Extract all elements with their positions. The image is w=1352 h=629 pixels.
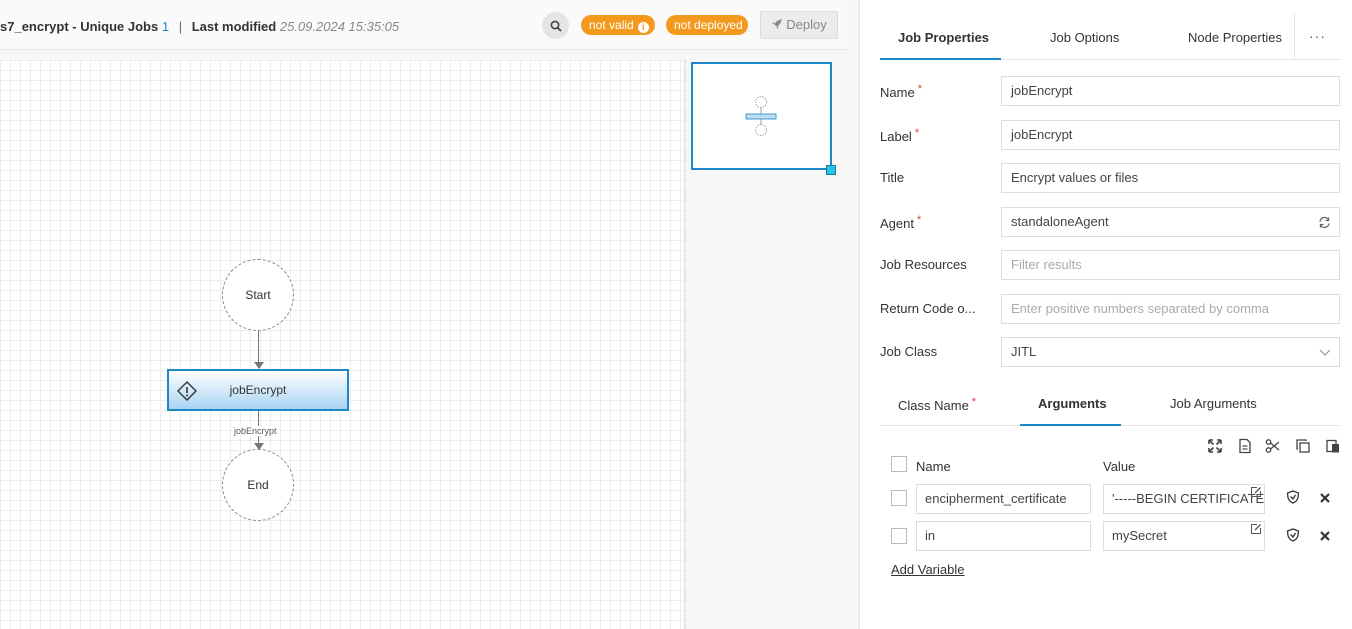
close-icon[interactable] (1318, 529, 1332, 543)
agent-input[interactable]: standaloneAgent (1001, 207, 1340, 237)
edit-icon[interactable] (1250, 523, 1262, 535)
workflow-canvas[interactable] (0, 60, 686, 629)
refresh-icon[interactable] (1318, 208, 1331, 236)
agent-row: Agent * standaloneAgent (880, 207, 1340, 237)
not-valid-badge[interactable]: not valid i (581, 15, 655, 35)
title-label: Title (880, 170, 905, 185)
edge-label: jobEncrypt (232, 426, 279, 436)
search-icon (550, 20, 562, 32)
select-all-checkbox[interactable] (891, 456, 907, 472)
subtab-arguments[interactable]: Arguments (1038, 396, 1107, 411)
required-mark: * (914, 127, 920, 139)
paste-icon[interactable] (1325, 438, 1341, 454)
start-node[interactable]: Start (222, 259, 294, 331)
rocket-icon (772, 19, 783, 29)
job-class-select[interactable]: JITL (1001, 337, 1340, 367)
title-row: Title Encrypt values or files (880, 163, 1340, 193)
label-label: Label * (880, 127, 919, 144)
value-column-header: Value (1103, 459, 1136, 474)
argument-value: '-----BEGIN CERTIFICATE- (1112, 491, 1265, 506)
argument-value-input[interactable]: '-----BEGIN CERTIFICATE- (1103, 484, 1265, 514)
more-tabs-button[interactable]: ··· (1294, 14, 1340, 60)
arrow-head (254, 362, 264, 369)
agent-label: Agent * (880, 214, 921, 231)
label-input[interactable]: jobEncrypt (1001, 120, 1340, 150)
return-code-label: Return Code o... (880, 301, 976, 316)
subtab-job-arguments[interactable]: Job Arguments (1170, 396, 1257, 411)
add-variable-link[interactable]: Add Variable (891, 562, 964, 577)
search-button[interactable] (542, 12, 569, 39)
subtab-class-name[interactable]: Class Name * (898, 396, 976, 413)
return-code-row: Return Code o... Enter positive numbers … (880, 294, 1340, 324)
job-resources-row: Job Resources Filter results (880, 250, 1340, 280)
minimap-preview (745, 96, 777, 136)
minimap-resize-handle[interactable] (826, 165, 836, 175)
required-mark: * (917, 83, 922, 95)
argument-value-input[interactable]: mySecret (1103, 521, 1265, 551)
end-node[interactable]: End (222, 449, 294, 521)
not-deployed-badge: not deployed (666, 15, 748, 35)
agent-label-text: Agent (880, 216, 914, 231)
shield-icon[interactable] (1286, 490, 1300, 504)
name-input[interactable]: jobEncrypt (1001, 76, 1340, 106)
last-modified-label: Last modified (191, 19, 277, 34)
required-mark: * (971, 396, 977, 408)
name-label-text: Name (880, 85, 915, 100)
expand-icon[interactable] (1207, 438, 1223, 454)
canvas-edge (684, 60, 686, 629)
job-resources-label: Job Resources (880, 257, 967, 272)
agent-value: standaloneAgent (1011, 214, 1109, 229)
title-separator: | (178, 19, 183, 34)
minimap[interactable] (691, 62, 832, 170)
not-deployed-label: not deployed (674, 18, 743, 32)
job-node[interactable]: jobEncrypt (167, 369, 349, 411)
job-class-value: JITL (1011, 344, 1037, 359)
row-checkbox[interactable] (891, 490, 907, 506)
label-row: Label * jobEncrypt (880, 120, 1340, 150)
document-icon[interactable] (1237, 438, 1253, 454)
name-column-header: Name (916, 459, 951, 474)
shield-icon[interactable] (1286, 528, 1300, 542)
return-code-input[interactable]: Enter positive numbers separated by comm… (1001, 294, 1340, 324)
unique-jobs-count: 1 (161, 19, 170, 34)
workflow-toolbar: s7_encrypt - Unique Jobs 1 | Last modifi… (0, 0, 848, 50)
title-input[interactable]: Encrypt values or files (1001, 163, 1340, 193)
end-node-label: End (247, 478, 269, 492)
name-label: Name * (880, 83, 922, 100)
close-icon[interactable] (1318, 491, 1332, 505)
active-tab-indicator (880, 58, 1001, 60)
row-checkbox[interactable] (891, 528, 907, 544)
copy-icon[interactable] (1295, 438, 1311, 454)
argument-value: mySecret (1112, 528, 1167, 543)
scissors-icon[interactable] (1265, 438, 1281, 454)
deploy-button[interactable]: Deploy (760, 11, 838, 39)
edit-icon[interactable] (1250, 486, 1262, 498)
last-modified-date: 25.09.2024 15:35:05 (279, 19, 400, 34)
not-valid-label: not valid (589, 18, 634, 32)
workflow-title: s7_encrypt - Unique Jobs 1 | Last modifi… (0, 19, 399, 34)
argument-name-input[interactable]: encipherment_certificate (916, 484, 1091, 514)
start-node-label: Start (245, 288, 271, 302)
argument-name-input[interactable]: in (916, 521, 1091, 551)
tab-job-properties[interactable]: Job Properties (898, 30, 989, 45)
class-name-text: Class Name (898, 398, 969, 413)
label-label-text: Label (880, 129, 912, 144)
job-node-label: jobEncrypt (229, 383, 287, 397)
info-icon: i (637, 22, 649, 33)
required-mark: * (916, 214, 922, 226)
job-class-label: Job Class (880, 344, 938, 359)
class-subtabs: Class Name * Arguments Job Arguments (880, 390, 1340, 426)
tab-node-properties[interactable]: Node Properties (1188, 30, 1282, 45)
deploy-label: Deploy (786, 17, 827, 32)
active-subtab-indicator (1020, 424, 1121, 426)
edge-start-to-job (258, 331, 259, 363)
job-class-row: Job Class JITL (880, 337, 1340, 367)
job-resources-input[interactable]: Filter results (1001, 250, 1340, 280)
chevron-down-icon (1319, 338, 1331, 366)
workflow-editor: s7_encrypt - Unique Jobs 1 | Last modifi… (0, 0, 858, 629)
properties-tabs: Job Properties Job Options Node Properti… (880, 14, 1340, 60)
workflow-name: s7_encrypt - Unique Jobs (0, 19, 159, 34)
name-row: Name * jobEncrypt (880, 76, 1340, 106)
tab-job-options[interactable]: Job Options (1050, 30, 1119, 45)
